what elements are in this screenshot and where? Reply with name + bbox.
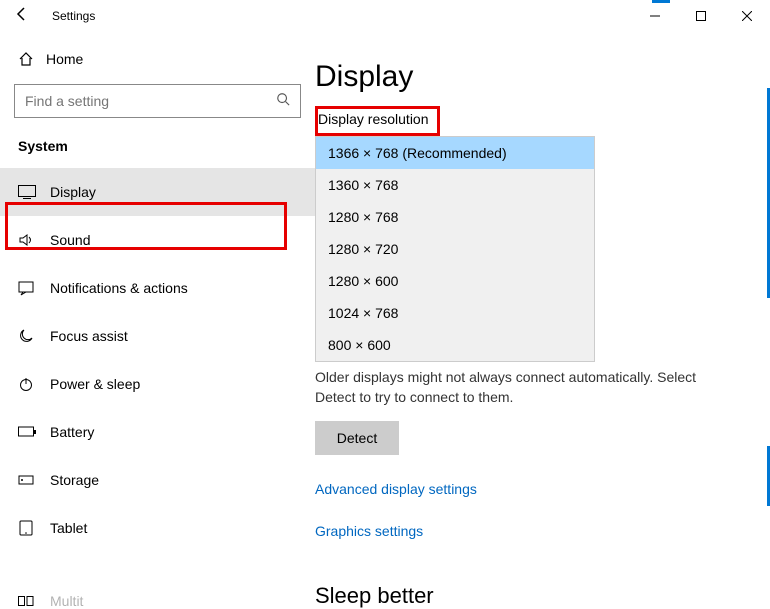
resolution-label-highlight: Display resolution: [315, 106, 440, 136]
resolution-option[interactable]: 800 × 600: [316, 329, 594, 361]
resolution-option[interactable]: 1280 × 720: [316, 233, 594, 265]
search-input[interactable]: [25, 93, 276, 109]
sidebar-item-label: Notifications & actions: [50, 280, 188, 296]
section-title: System: [0, 132, 315, 168]
advanced-display-link[interactable]: Advanced display settings: [315, 481, 752, 497]
multitasking-icon: [18, 596, 50, 606]
detect-button[interactable]: Detect: [315, 421, 399, 455]
resolution-option[interactable]: 1360 × 768: [316, 169, 594, 201]
resolution-option[interactable]: 1024 × 768: [316, 297, 594, 329]
resolution-option[interactable]: 1280 × 600: [316, 265, 594, 297]
sidebar-item-label: Display: [50, 184, 96, 200]
sidebar: Home System Display Sound Notifications …: [0, 32, 315, 609]
sidebar-item-label: Multit: [50, 593, 83, 609]
resolution-option[interactable]: 1280 × 768: [316, 201, 594, 233]
sidebar-item-label: Tablet: [50, 520, 87, 536]
sidebar-item-notifications[interactable]: Notifications & actions: [0, 264, 315, 312]
sidebar-item-label: Battery: [50, 424, 94, 440]
battery-icon: [18, 426, 50, 438]
sidebar-item-power-sleep[interactable]: Power & sleep: [0, 360, 315, 408]
resolution-label: Display resolution: [318, 111, 429, 127]
sidebar-item-label: Power & sleep: [50, 376, 140, 392]
page-title: Display: [315, 60, 752, 94]
notifications-icon: [18, 280, 50, 296]
sidebar-item-battery[interactable]: Battery: [0, 408, 315, 456]
power-icon: [18, 376, 50, 392]
search-box[interactable]: [14, 84, 301, 118]
storage-icon: [18, 472, 50, 488]
tablet-icon: [18, 520, 50, 536]
resolution-dropdown[interactable]: 1366 × 768 (Recommended) 1360 × 768 1280…: [315, 136, 595, 362]
sidebar-item-label: Focus assist: [50, 328, 128, 344]
maximize-button[interactable]: [678, 0, 724, 32]
sidebar-item-sound[interactable]: Sound: [0, 216, 315, 264]
home-nav[interactable]: Home: [0, 40, 315, 78]
focus-assist-icon: [18, 328, 50, 344]
accent-strip: [652, 0, 670, 3]
sidebar-item-tablet[interactable]: Tablet: [0, 504, 315, 552]
sidebar-item-multitasking[interactable]: Multit: [18, 593, 83, 609]
titlebar: Settings: [0, 0, 770, 32]
sleep-better-title: Sleep better: [315, 583, 752, 609]
home-icon: [18, 51, 46, 67]
sound-icon: [18, 232, 50, 248]
sidebar-item-display[interactable]: Display: [0, 168, 315, 216]
display-icon: [18, 185, 50, 199]
main-content: Display Display resolution 1366 × 768 (R…: [315, 32, 770, 609]
graphics-settings-link[interactable]: Graphics settings: [315, 523, 752, 539]
home-label: Home: [46, 51, 83, 67]
window-title: Settings: [52, 9, 95, 23]
minimize-button[interactable]: [632, 0, 678, 32]
sidebar-item-label: Sound: [50, 232, 90, 248]
close-button[interactable]: [724, 0, 770, 32]
search-icon: [276, 92, 290, 111]
sidebar-item-focus-assist[interactable]: Focus assist: [0, 312, 315, 360]
sidebar-item-label: Storage: [50, 472, 99, 488]
resolution-option[interactable]: 1366 × 768 (Recommended): [316, 137, 594, 169]
back-button[interactable]: [14, 6, 34, 27]
sidebar-item-storage[interactable]: Storage: [0, 456, 315, 504]
older-displays-text: Older displays might not always connect …: [315, 368, 705, 407]
